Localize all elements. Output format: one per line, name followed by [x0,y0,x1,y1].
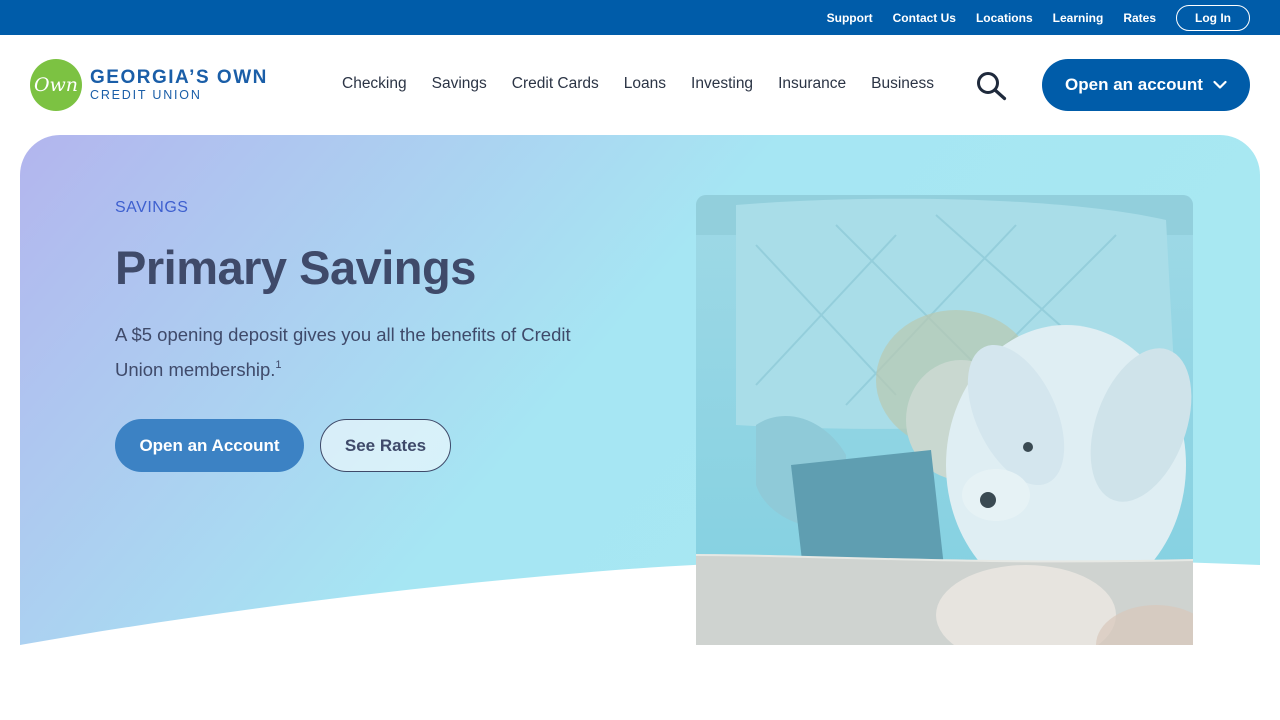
login-button[interactable]: Log In [1176,4,1250,31]
logo[interactable]: Own GEORGIA’S OWN CREDIT UNION [30,59,268,111]
logo-name: GEORGIA’S OWN [90,66,268,88]
hero-description: A $5 opening deposit gives you all the b… [115,320,585,385]
hero-eyebrow: SAVINGS [115,199,189,216]
open-account-button[interactable]: Open an Account [115,419,304,472]
main-header: Own GEORGIA’S OWN CREDIT UNION Checking … [0,35,1280,135]
nav-item-business[interactable]: Business [871,75,934,93]
hero-banner [20,135,1260,645]
see-rates-button[interactable]: See Rates [320,419,451,472]
search-icon [977,72,1007,101]
nav-item-credit-cards[interactable]: Credit Cards [512,75,599,93]
nav-item-insurance[interactable]: Insurance [778,75,846,93]
page-title: Primary Savings [115,241,476,294]
utility-link-rates[interactable]: Rates [1123,11,1156,25]
utility-bar: Support Contact Us Locations Learning Ra… [0,0,1280,35]
logo-subname: CREDIT UNION [90,87,202,102]
logo-mark: Own [30,59,82,111]
nav-item-checking[interactable]: Checking [342,75,407,93]
utility-link-locations[interactable]: Locations [976,11,1033,25]
utility-link-contact-us[interactable]: Contact Us [893,11,956,25]
main-nav: Checking Savings Credit Cards Loans Inve… [342,75,959,93]
logo-text: GEORGIA’S OWN CREDIT UNION [90,66,268,103]
open-account-menu-button[interactable]: Open an account [1042,59,1250,111]
nav-item-savings[interactable]: Savings [432,75,487,93]
footnote-marker[interactable]: 1 [275,359,281,371]
utility-link-learning[interactable]: Learning [1053,11,1104,25]
utility-link-support[interactable]: Support [827,11,873,25]
chevron-down-icon [1213,80,1227,89]
nav-item-investing[interactable]: Investing [691,75,753,93]
hero-description-text: A $5 opening deposit gives you all the b… [115,324,571,380]
open-account-label: Open an account [1065,75,1203,94]
search-button[interactable] [976,71,1008,101]
hero-photo [696,195,1193,645]
nav-item-loans[interactable]: Loans [624,75,666,93]
